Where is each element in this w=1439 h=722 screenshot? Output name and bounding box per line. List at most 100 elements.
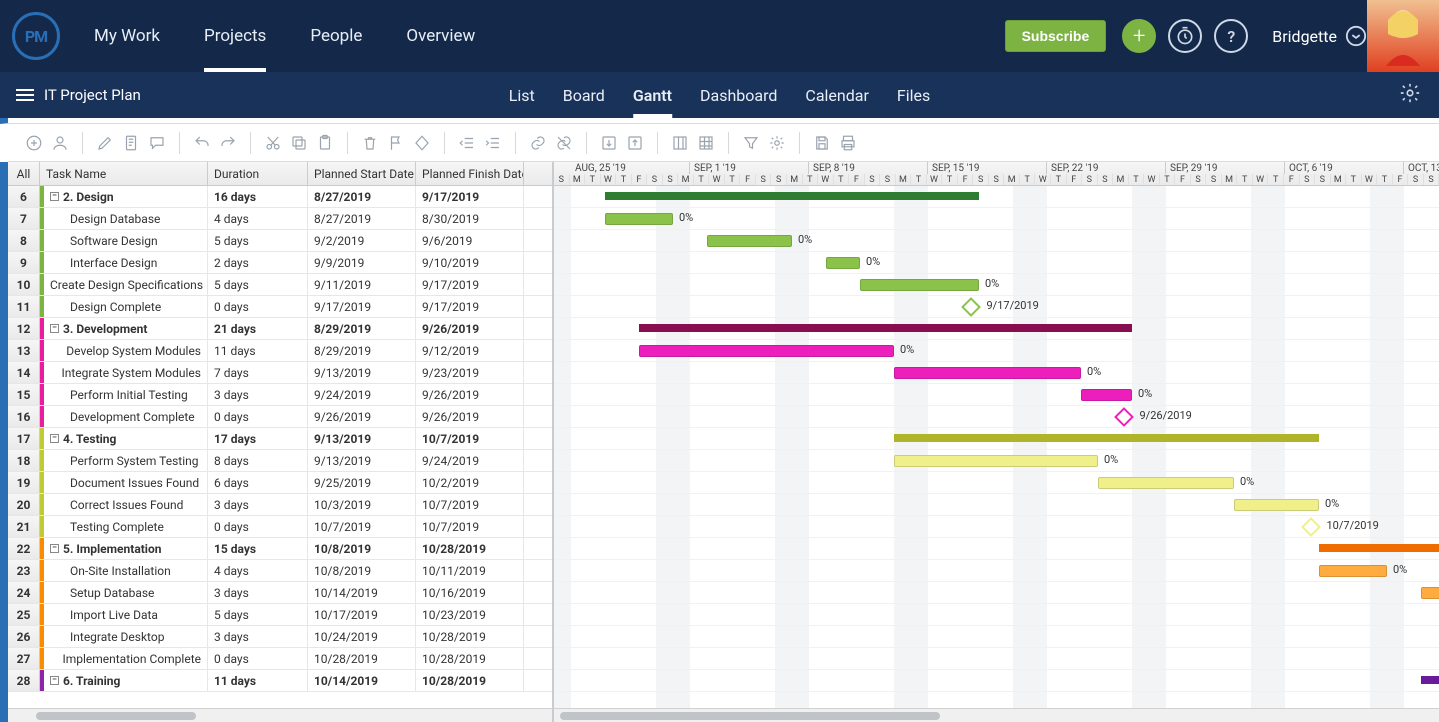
comment-icon[interactable] bbox=[145, 131, 169, 155]
task-name-cell[interactable]: Create Design Specifications bbox=[44, 274, 208, 295]
task-row[interactable]: 27Implementation Complete0 days10/28/201… bbox=[8, 648, 552, 670]
task-name-cell[interactable]: −6. Training bbox=[44, 670, 208, 691]
print-icon[interactable] bbox=[836, 131, 860, 155]
task-name-cell[interactable]: Develop System Modules bbox=[44, 340, 208, 361]
summary-bar[interactable] bbox=[1421, 676, 1439, 684]
task-row[interactable]: 12−3. Development21 days8/29/20199/26/20… bbox=[8, 318, 552, 340]
task-name-cell[interactable]: Perform System Testing bbox=[44, 450, 208, 471]
task-name-cell[interactable]: Implementation Complete bbox=[44, 648, 208, 669]
duration-cell[interactable]: 11 days bbox=[208, 340, 308, 361]
task-name-cell[interactable]: Perform Initial Testing bbox=[44, 384, 208, 405]
task-bar[interactable] bbox=[860, 279, 979, 291]
task-bar[interactable] bbox=[1098, 477, 1234, 489]
gantt-row[interactable]: 0% bbox=[554, 494, 1439, 516]
import-icon[interactable] bbox=[597, 131, 621, 155]
gantt-row[interactable]: 0% bbox=[554, 582, 1439, 604]
gantt-row[interactable] bbox=[554, 670, 1439, 692]
save-icon[interactable] bbox=[810, 131, 834, 155]
duration-cell[interactable]: 3 days bbox=[208, 384, 308, 405]
subnav-tab-files[interactable]: Files bbox=[897, 72, 930, 118]
collapse-icon[interactable]: − bbox=[50, 434, 59, 443]
task-name-cell[interactable]: Interface Design bbox=[44, 252, 208, 273]
task-row[interactable]: 11Design Complete0 days9/17/20199/17/201… bbox=[8, 296, 552, 318]
finish-cell[interactable]: 10/11/2019 bbox=[416, 560, 524, 581]
flag-icon[interactable] bbox=[384, 131, 408, 155]
gantt-row[interactable] bbox=[554, 626, 1439, 648]
finish-cell[interactable]: 9/17/2019 bbox=[416, 274, 524, 295]
gantt-row[interactable]: 0% bbox=[554, 252, 1439, 274]
task-name-cell[interactable]: −5. Implementation bbox=[44, 538, 208, 559]
start-cell[interactable]: 10/14/2019 bbox=[308, 670, 416, 691]
finish-cell[interactable]: 8/30/2019 bbox=[416, 208, 524, 229]
finish-cell[interactable]: 9/17/2019 bbox=[416, 296, 524, 317]
gantt-row[interactable] bbox=[554, 604, 1439, 626]
start-cell[interactable]: 8/29/2019 bbox=[308, 318, 416, 339]
finish-cell[interactable]: 9/23/2019 bbox=[416, 362, 524, 383]
duration-cell[interactable]: 0 days bbox=[208, 516, 308, 537]
duration-cell[interactable]: 5 days bbox=[208, 604, 308, 625]
gantt-row[interactable]: 0% bbox=[554, 274, 1439, 296]
duration-cell[interactable]: 3 days bbox=[208, 494, 308, 515]
duration-cell[interactable]: 17 days bbox=[208, 428, 308, 449]
task-name-cell[interactable]: Integrate Desktop bbox=[44, 626, 208, 647]
finish-cell[interactable]: 9/12/2019 bbox=[416, 340, 524, 361]
topnav-tab-people[interactable]: People bbox=[288, 0, 384, 72]
assign-icon[interactable] bbox=[48, 131, 72, 155]
start-cell[interactable]: 10/28/2019 bbox=[308, 648, 416, 669]
finish-cell[interactable]: 10/28/2019 bbox=[416, 626, 524, 647]
gantt-row[interactable]: 0% bbox=[554, 560, 1439, 582]
gantt-row[interactable]: 0% bbox=[554, 362, 1439, 384]
gantt-row[interactable] bbox=[554, 428, 1439, 450]
milestone-marker[interactable] bbox=[1301, 517, 1321, 537]
subscribe-button[interactable]: Subscribe bbox=[1005, 20, 1107, 52]
task-name-cell[interactable]: Testing Complete bbox=[44, 516, 208, 537]
summary-bar[interactable] bbox=[605, 192, 979, 200]
task-row[interactable]: 20Correct Issues Found3 days10/3/201910/… bbox=[8, 494, 552, 516]
task-name-cell[interactable]: Correct Issues Found bbox=[44, 494, 208, 515]
finish-cell[interactable]: 10/28/2019 bbox=[416, 648, 524, 669]
start-cell[interactable]: 9/25/2019 bbox=[308, 472, 416, 493]
start-cell[interactable]: 10/24/2019 bbox=[308, 626, 416, 647]
task-bar[interactable] bbox=[894, 367, 1081, 379]
start-cell[interactable]: 9/13/2019 bbox=[308, 428, 416, 449]
finish-cell[interactable]: 9/26/2019 bbox=[416, 406, 524, 427]
duration-cell[interactable]: 2 days bbox=[208, 252, 308, 273]
col-planned-start[interactable]: Planned Start Date bbox=[308, 162, 416, 185]
task-row[interactable]: 21Testing Complete0 days10/7/201910/7/20… bbox=[8, 516, 552, 538]
start-cell[interactable]: 8/27/2019 bbox=[308, 186, 416, 207]
topnav-tab-my-work[interactable]: My Work bbox=[72, 0, 182, 72]
finish-cell[interactable]: 9/6/2019 bbox=[416, 230, 524, 251]
gantt-row[interactable]: 10/7/2019 bbox=[554, 516, 1439, 538]
task-bar[interactable] bbox=[1319, 565, 1387, 577]
task-name-cell[interactable]: On-Site Installation bbox=[44, 560, 208, 581]
help-icon[interactable]: ? bbox=[1214, 19, 1248, 53]
task-row[interactable]: 18Perform System Testing8 days9/13/20199… bbox=[8, 450, 552, 472]
task-row[interactable]: 14Integrate System Modules7 days9/13/201… bbox=[8, 362, 552, 384]
start-cell[interactable]: 9/2/2019 bbox=[308, 230, 416, 251]
avatar[interactable] bbox=[1367, 0, 1439, 72]
gantt-row[interactable] bbox=[554, 186, 1439, 208]
task-row[interactable]: 24Setup Database3 days10/14/201910/16/20… bbox=[8, 582, 552, 604]
timeline-body[interactable]: 0%0%0%0%9/17/20190%0%0%9/26/20190%0%0%10… bbox=[554, 186, 1439, 708]
col-all[interactable]: All bbox=[8, 162, 40, 185]
task-name-cell[interactable]: Software Design bbox=[44, 230, 208, 251]
task-row[interactable]: 10Create Design Specifications5 days9/11… bbox=[8, 274, 552, 296]
task-name-cell[interactable]: −3. Development bbox=[44, 318, 208, 339]
gantt-row[interactable]: 10/28/2019 bbox=[554, 648, 1439, 670]
start-cell[interactable]: 9/17/2019 bbox=[308, 296, 416, 317]
task-row[interactable]: 16Development Complete0 days9/26/20199/2… bbox=[8, 406, 552, 428]
gantt-row[interactable] bbox=[554, 538, 1439, 560]
gantt-row[interactable] bbox=[554, 318, 1439, 340]
duration-cell[interactable]: 4 days bbox=[208, 560, 308, 581]
collapse-icon[interactable]: − bbox=[50, 544, 59, 553]
task-bar[interactable] bbox=[707, 235, 792, 247]
outdent-icon[interactable] bbox=[455, 131, 479, 155]
start-cell[interactable]: 9/24/2019 bbox=[308, 384, 416, 405]
horizontal-scrollbar[interactable] bbox=[8, 708, 552, 722]
delete-icon[interactable] bbox=[358, 131, 382, 155]
start-cell[interactable]: 10/8/2019 bbox=[308, 538, 416, 559]
task-bar[interactable] bbox=[639, 345, 894, 357]
link-icon[interactable] bbox=[526, 131, 550, 155]
start-cell[interactable]: 9/13/2019 bbox=[308, 450, 416, 471]
col-planned-finish[interactable]: Planned Finish Date bbox=[416, 162, 524, 185]
